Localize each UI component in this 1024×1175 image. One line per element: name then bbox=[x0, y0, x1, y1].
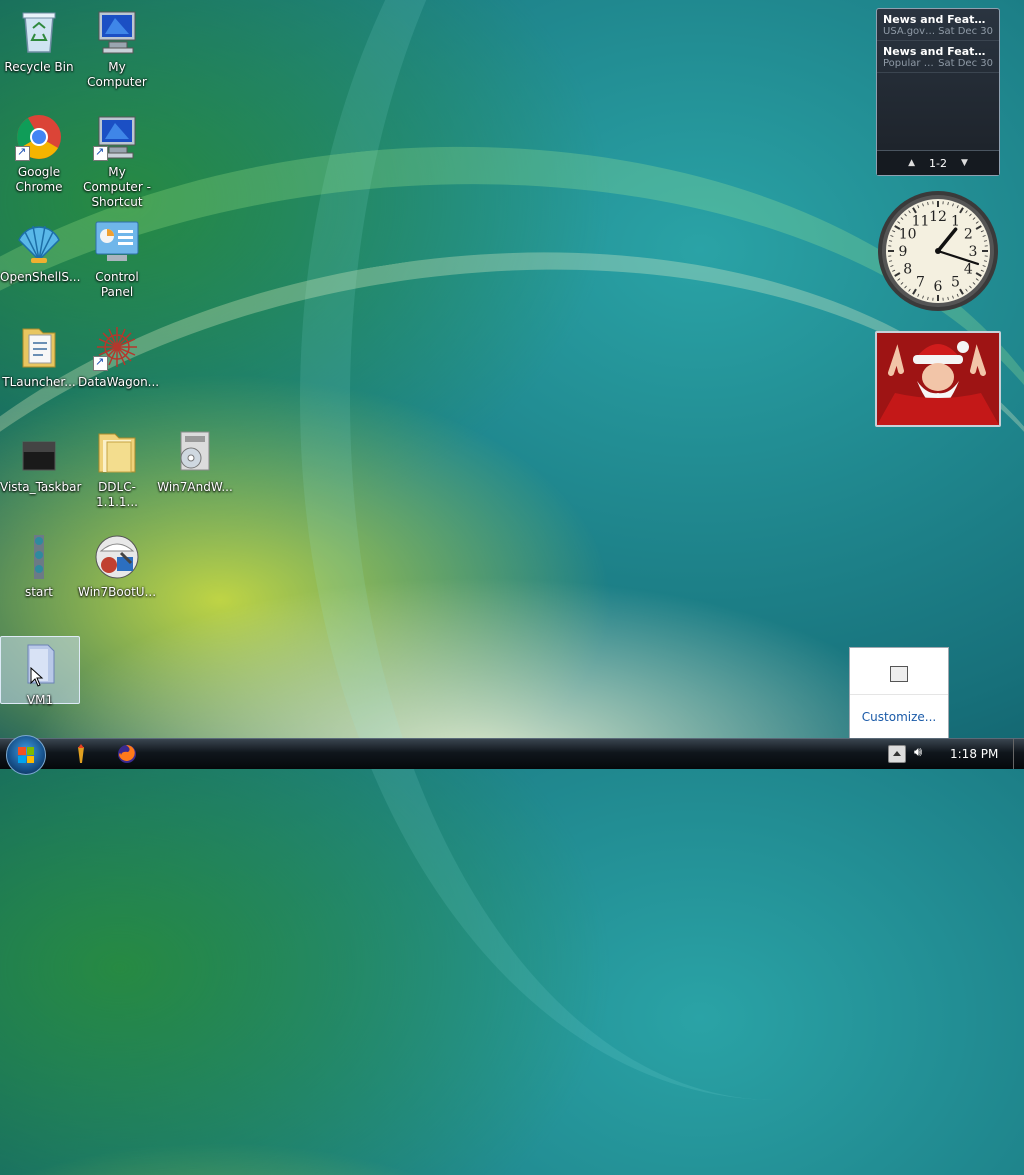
feed-headlines-gadget[interactable]: News and Features f... USA.gov U... Sat … bbox=[876, 8, 1000, 176]
divider bbox=[850, 694, 948, 695]
boot-updater-icon bbox=[93, 533, 141, 581]
feed-item-title: News and Feature... bbox=[883, 45, 993, 58]
feed-item-source: Popular G... bbox=[883, 58, 938, 69]
desktop-icon-label: My Computer bbox=[78, 60, 156, 90]
clock-time[interactable]: 1:18 PM bbox=[950, 747, 998, 761]
seashell-icon bbox=[15, 218, 63, 266]
desktop-icon-label: TLauncher... bbox=[0, 375, 78, 390]
desktop-icon-my-computer[interactable]: My Computer bbox=[78, 8, 156, 90]
folder-icon bbox=[93, 428, 141, 476]
desktop-icon-tlauncher[interactable]: TLauncher... bbox=[0, 323, 78, 390]
feed-item-date: Sat Dec 30 bbox=[938, 58, 993, 69]
desktop-icon-label: Win7BootU... bbox=[78, 585, 156, 600]
show-hidden-icons-button[interactable] bbox=[888, 745, 906, 763]
desktop-icon-start[interactable]: start bbox=[0, 533, 78, 600]
clock-numeral: 1 bbox=[951, 214, 960, 230]
feed-item-source: USA.gov U... bbox=[883, 26, 938, 37]
desktop-icon-label: Win7AndW... bbox=[156, 480, 234, 495]
feed-item[interactable]: News and Feature... Popular G... Sat Dec… bbox=[877, 41, 999, 73]
installer-icon bbox=[171, 428, 219, 476]
taskbar: 🔊︎ 1:18 PM bbox=[0, 738, 1024, 769]
customize-link[interactable]: Customize... bbox=[850, 710, 948, 724]
slideshow-gadget[interactable] bbox=[875, 331, 1001, 427]
desktop-icon-control-panel[interactable]: Control Panel bbox=[78, 218, 156, 300]
starburst-icon bbox=[93, 323, 141, 371]
desktop-icon-datawagon[interactable]: DataWagon... bbox=[78, 323, 156, 390]
torch-icon bbox=[70, 743, 92, 765]
clock-numeral: 12 bbox=[929, 209, 947, 225]
clock-numeral: 4 bbox=[964, 262, 973, 278]
computer-icon bbox=[93, 8, 141, 56]
feed-page-indicator: 1-2 bbox=[929, 157, 947, 170]
desktop-icon-label: Recycle Bin bbox=[0, 60, 78, 75]
shortcut-arrow-icon bbox=[15, 146, 30, 161]
folder-icon bbox=[15, 323, 63, 371]
desktop-icon-openshell[interactable]: OpenShellS... bbox=[0, 218, 78, 285]
desktop-icon-label: OpenShellS... bbox=[0, 270, 78, 285]
feed-item-date: Sat Dec 30 bbox=[938, 26, 993, 37]
clock-numeral: 9 bbox=[899, 244, 908, 260]
chrome-icon bbox=[15, 113, 63, 161]
desktop-icon-google-chrome[interactable]: Google Chrome bbox=[0, 113, 78, 195]
tray-app-icon[interactable] bbox=[890, 666, 908, 682]
desktop-icon-vista-taskbar[interactable]: Vista_Taskbar bbox=[0, 428, 78, 495]
desktop-icon-recycle-bin[interactable]: Recycle Bin bbox=[0, 8, 78, 75]
feed-item-meta: USA.gov U... Sat Dec 30 bbox=[883, 26, 993, 37]
clock-numeral: 6 bbox=[934, 279, 943, 295]
desktop-icon-label: DDLC-1.1.1... bbox=[78, 480, 156, 510]
desktop-icon-label: Google Chrome bbox=[0, 165, 78, 195]
batch-file-icon bbox=[15, 533, 63, 581]
start-button[interactable] bbox=[6, 735, 46, 775]
computer-icon bbox=[93, 113, 141, 161]
recycle-bin-icon bbox=[15, 8, 63, 56]
shortcut-arrow-icon bbox=[93, 146, 108, 161]
clock-numeral: 2 bbox=[964, 227, 973, 243]
feed-item[interactable]: News and Features f... USA.gov U... Sat … bbox=[877, 9, 999, 41]
desktop-icon-label: start bbox=[0, 585, 78, 600]
clock-numeral: 5 bbox=[951, 274, 960, 290]
previous-arrow-icon[interactable]: ▲ bbox=[908, 158, 915, 168]
santa-photo bbox=[877, 333, 999, 425]
desktop-icon-my-computer-shortcut[interactable]: My Computer - Shortcut bbox=[78, 113, 156, 210]
clock-numeral: 11 bbox=[912, 214, 930, 230]
desktop-icon-win7bootu[interactable]: Win7BootU... bbox=[78, 533, 156, 600]
firefox-icon bbox=[116, 743, 138, 765]
desktop-icon-ddlc[interactable]: DDLC-1.1.1... bbox=[78, 428, 156, 510]
shortcut-arrow-icon bbox=[93, 356, 108, 371]
folder-icon bbox=[16, 641, 64, 689]
firefox-taskbar-button[interactable] bbox=[116, 743, 138, 765]
clock-numeral: 7 bbox=[916, 274, 925, 290]
desktop-icon-label: Control Panel bbox=[78, 270, 156, 300]
volume-icon[interactable]: 🔊︎ bbox=[914, 745, 922, 760]
desktop-icon-label: Vista_Taskbar bbox=[0, 480, 78, 495]
control-panel-icon bbox=[93, 218, 141, 266]
black-bar-icon bbox=[15, 428, 63, 476]
clock-gadget[interactable]: 123456789101112 bbox=[876, 189, 1000, 313]
feed-item-title: News and Features f... bbox=[883, 13, 993, 26]
clock-numeral: 8 bbox=[903, 262, 912, 278]
show-desktop-button[interactable] bbox=[1013, 739, 1024, 769]
desktop-icon-win7andw[interactable]: Win7AndW... bbox=[156, 428, 234, 495]
pinned-app-taskbar-button[interactable] bbox=[70, 743, 92, 765]
desktop-icon-label: VM1 bbox=[1, 693, 79, 708]
next-arrow-icon[interactable]: ▼ bbox=[961, 158, 968, 168]
windows-logo-icon bbox=[18, 747, 34, 763]
desktop-icon-label: My Computer - Shortcut bbox=[78, 165, 156, 210]
system-tray: 🔊︎ 1:18 PM bbox=[884, 739, 1014, 769]
clock-numeral: 3 bbox=[969, 244, 978, 260]
feed-pager: ▲ 1-2 ▼ bbox=[877, 150, 999, 175]
notification-overflow-popup: Customize... bbox=[849, 647, 949, 739]
desktop-icon-vm1[interactable]: VM1 bbox=[0, 636, 80, 704]
desktop-icon-label: DataWagon... bbox=[78, 375, 156, 390]
mouse-cursor-icon bbox=[30, 667, 44, 687]
feed-item-meta: Popular G... Sat Dec 30 bbox=[883, 58, 993, 69]
